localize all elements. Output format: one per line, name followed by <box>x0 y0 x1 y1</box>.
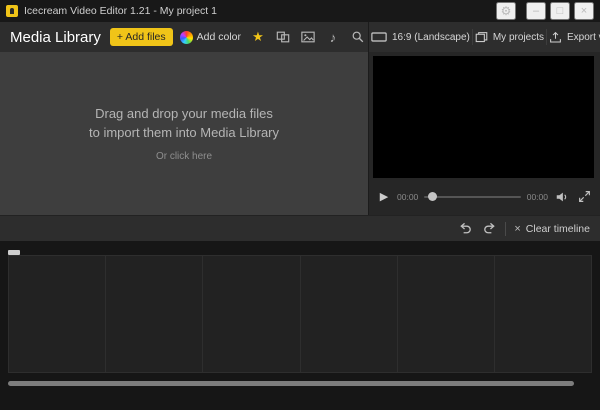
panel-title: Media Library <box>10 28 101 46</box>
timeline-track[interactable] <box>8 255 592 373</box>
redo-icon <box>484 222 495 234</box>
timeline-scrollbar[interactable] <box>8 381 592 387</box>
undo-button[interactable] <box>457 221 473 237</box>
app-window: Icecream Video Editor 1.21 - My project … <box>0 0 600 410</box>
timeline-cell[interactable] <box>203 256 301 372</box>
color-wheel-icon <box>179 30 193 44</box>
export-icon <box>550 31 561 42</box>
titlebar: Icecream Video Editor 1.21 - My project … <box>0 0 600 22</box>
timeline-cell[interactable] <box>9 256 107 372</box>
app-icon <box>6 5 18 17</box>
dropzone-click-hint: Or click here <box>155 151 213 163</box>
export-video-button[interactable]: Export video <box>547 31 600 44</box>
my-projects-label: My projects <box>492 31 544 43</box>
tab-images-icon[interactable] <box>300 28 316 46</box>
timeline-toolbar: × Clear timeline <box>0 215 600 241</box>
redo-button[interactable] <box>481 221 497 237</box>
toolbar: Media Library + Add files Add color ★ ♪ <box>0 22 600 52</box>
timeline-cell[interactable] <box>106 256 204 372</box>
export-video-label: Export video <box>566 31 600 43</box>
main-area: Drag and drop your media files to import… <box>0 52 600 215</box>
volume-icon <box>556 192 567 201</box>
aspect-ratio-icon <box>371 32 387 42</box>
media-library-toolbar: Media Library + Add files Add color ★ ♪ <box>0 22 437 52</box>
tab-audio-icon[interactable]: ♪ <box>325 28 341 46</box>
add-color-button[interactable]: Add color <box>179 30 241 44</box>
my-projects-icon <box>475 31 488 42</box>
clear-timeline-label: Clear timeline <box>525 222 590 235</box>
clear-timeline-button[interactable]: × Clear timeline <box>514 223 590 235</box>
media-dropzone[interactable]: Drag and drop your media files to import… <box>0 52 368 215</box>
aspect-ratio-label: 16:9 (Landscape) <box>392 31 470 43</box>
minimize-button[interactable]: – <box>526 2 546 20</box>
fullscreen-icon <box>578 191 590 202</box>
duration-time: 00:00 <box>526 191 548 202</box>
player-controls: ▶ 00:00 00:00 <box>369 178 600 215</box>
timeline-area[interactable] <box>0 241 600 410</box>
my-projects-button[interactable]: My projects <box>473 31 546 44</box>
timeline-cell[interactable] <box>494 256 592 372</box>
tab-media-star-icon[interactable]: ★ <box>250 28 266 46</box>
add-color-label: Add color <box>196 31 241 43</box>
tab-search-icon[interactable] <box>350 28 366 46</box>
fullscreen-button[interactable] <box>576 189 592 205</box>
timeline-scrollbar-thumb[interactable] <box>8 381 575 386</box>
clear-x-icon: × <box>514 222 521 235</box>
dropzone-text-line1: Drag and drop your media files <box>95 105 273 121</box>
tab-transitions-icon[interactable] <box>275 28 291 46</box>
project-bar: 16:9 (Landscape) My projects Export vide… <box>368 22 600 52</box>
aspect-ratio-button[interactable]: 16:9 (Landscape) <box>369 31 472 43</box>
media-tabs: ★ ♪ <box>250 28 366 46</box>
timeline-cell[interactable] <box>397 256 495 372</box>
seek-track <box>424 195 521 198</box>
undo-icon <box>460 222 471 234</box>
window-controls: ⚙ – □ × <box>496 2 594 20</box>
dropzone-text-line2: to import them into Media Library <box>88 124 280 140</box>
window-title: Icecream Video Editor 1.21 - My project … <box>24 5 217 17</box>
seek-knob[interactable] <box>428 192 438 201</box>
preview-panel: ▶ 00:00 00:00 <box>368 52 600 215</box>
current-time: 00:00 <box>397 191 419 202</box>
add-files-button[interactable]: + Add files <box>109 28 173 46</box>
volume-button[interactable] <box>554 189 570 205</box>
timeline-toolbar-separator <box>505 221 507 236</box>
play-button[interactable]: ▶ <box>377 190 391 203</box>
maximize-button[interactable]: □ <box>550 2 570 20</box>
timeline-cell[interactable] <box>300 256 398 372</box>
close-button[interactable]: × <box>574 2 594 20</box>
settings-gear-icon[interactable]: ⚙ <box>496 2 516 20</box>
video-screen <box>373 56 594 178</box>
seek-slider[interactable] <box>424 191 521 203</box>
